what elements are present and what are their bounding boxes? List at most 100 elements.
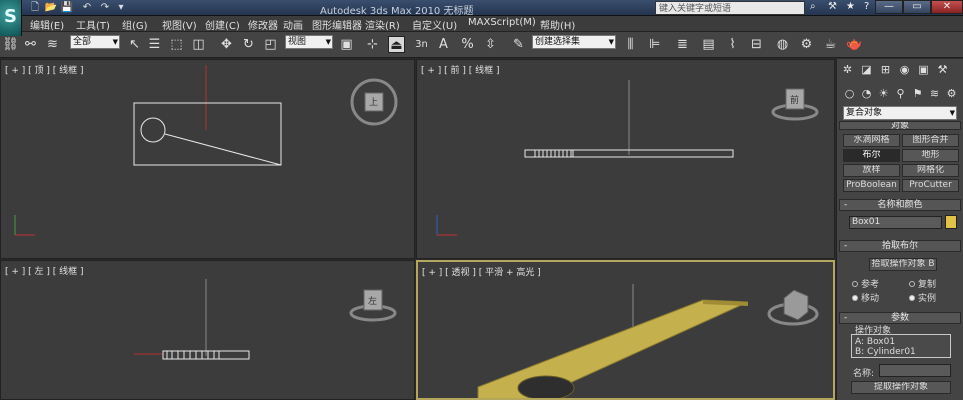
app-logo-icon[interactable]: S (0, 0, 22, 36)
top-box01-wire[interactable] (133, 102, 282, 166)
viewport-front[interactable]: [ + ] [ 前 ] [ 线框 ] 前 (416, 59, 835, 259)
menu-graph-editors[interactable]: 图形编辑器 (312, 17, 362, 32)
object-name-field[interactable]: Box01 (849, 216, 942, 229)
display-tab-icon[interactable]: ▣ (916, 62, 931, 77)
open-file-icon[interactable]: 📂 (44, 1, 58, 14)
space-warps-icon[interactable]: ≋ (927, 86, 942, 101)
redo-icon[interactable]: ↷ (98, 1, 112, 14)
viewport-top-label[interactable]: [ + ] [ 顶 ] [ 线框 ] (5, 63, 84, 76)
menu-modifiers[interactable]: 修改器 (248, 17, 278, 32)
systems-icon[interactable]: ⚙ (944, 86, 959, 101)
undo-icon[interactable]: ↶ (80, 1, 94, 14)
helpers-icon[interactable]: ⚑ (910, 86, 925, 101)
unlink-icon[interactable]: ⚯ (22, 36, 39, 53)
menu-customize[interactable]: 自定义(U) (412, 17, 457, 32)
angle-snap-icon[interactable]: A (435, 36, 452, 53)
object-color-swatch[interactable] (945, 215, 957, 229)
menu-group[interactable]: 组(G) (122, 17, 148, 32)
help-icon[interactable]: ? (864, 1, 869, 12)
minimize-button[interactable]: — (875, 0, 903, 14)
operand-a[interactable]: A: Box01 (855, 337, 895, 347)
hierarchy-tab-icon[interactable]: ⊞ (878, 62, 893, 77)
operand-b[interactable]: B: Cylinder01 (855, 347, 916, 357)
search-icon[interactable]: ⌕ (810, 1, 816, 12)
extract-operand-button[interactable]: 提取操作对象 (851, 381, 951, 394)
rendered-frame-window-icon[interactable]: ☕ (822, 36, 839, 53)
maximize-button[interactable]: ▭ (903, 0, 931, 14)
persp-viewcube[interactable] (783, 289, 809, 321)
menu-tools[interactable]: 工具(T) (76, 17, 110, 32)
move-icon[interactable]: ✥ (218, 36, 235, 53)
shapemerge-button[interactable]: 图形合并 (902, 134, 959, 147)
mirror-icon[interactable]: ⫼ (622, 36, 639, 53)
viewport-front-label[interactable]: [ + ] [ 前 ] [ 线框 ] (421, 63, 500, 76)
motion-tab-icon[interactable]: ◉ (897, 62, 912, 77)
layer-manager-icon[interactable]: ≣ (674, 36, 691, 53)
boolean-button[interactable]: 布尔 (843, 149, 900, 162)
blobmesh-button[interactable]: 水滴网格 (843, 134, 900, 147)
menu-edit[interactable]: 编辑(E) (30, 17, 64, 32)
graphite-tools-icon[interactable]: ▤ (700, 36, 717, 53)
radio-copy[interactable]: 复制 (909, 277, 936, 290)
front-cylinder01-wire[interactable] (534, 149, 574, 158)
tools-icon[interactable]: ⚒ (828, 1, 837, 12)
viewport-left[interactable]: [ + ] [ 左 ] [ 线框 ] 左 (0, 260, 415, 400)
radio-instance-dot[interactable] (909, 295, 915, 301)
rectangular-selection-icon[interactable]: ⬚ (168, 36, 185, 53)
quick-access-dropdown-icon[interactable]: ▾ (114, 1, 128, 14)
geometry-icon[interactable]: ○ (842, 86, 857, 101)
reference-coordinate-dropdown[interactable]: 视图 (285, 35, 333, 49)
radio-copy-dot[interactable] (909, 281, 915, 287)
search-input[interactable]: 键入关键字或短语 (655, 1, 805, 15)
proboolean-button[interactable]: ProBoolean (843, 179, 900, 192)
top-cylinder01-wire[interactable] (140, 117, 166, 143)
radio-reference[interactable]: 参考 (852, 277, 879, 290)
named-selection-set-dropdown[interactable]: 创建选择集 (532, 35, 616, 49)
operands-list[interactable]: A: Box01 B: Cylinder01 (851, 334, 951, 358)
close-button[interactable]: ✕ (931, 0, 963, 14)
viewport-left-label[interactable]: [ + ] [ 左 ] [ 线框 ] (5, 264, 84, 277)
rotate-icon[interactable]: ↻ (240, 36, 257, 53)
create-tab-icon[interactable]: ✲ (840, 62, 855, 77)
viewport-top[interactable]: [ + ] [ 顶 ] [ 线框 ] 上 (0, 59, 415, 259)
radio-move-dot[interactable] (852, 295, 858, 301)
pick-boolean-rollout-header[interactable]: - 拾取布尔 (839, 240, 961, 252)
mesher-button[interactable]: 网格化 (902, 164, 959, 177)
selection-filter-dropdown[interactable]: 全部 (70, 35, 120, 49)
lights-icon[interactable]: ☀ (876, 86, 891, 101)
select-by-name-icon[interactable]: ☰ (146, 36, 163, 53)
scale-icon[interactable]: ◰ (262, 36, 279, 53)
render-setup-icon[interactable]: ⚙ (798, 36, 815, 53)
pivot-center-icon[interactable]: ▣ (338, 36, 355, 53)
select-manipulate-icon[interactable]: ⊹ (364, 36, 381, 53)
new-file-icon[interactable]: 🗋 (28, 1, 42, 14)
radio-reference-dot[interactable] (852, 281, 858, 287)
shapes-icon[interactable]: ◔ (859, 86, 874, 101)
object-category-dropdown[interactable]: 复合对象 (843, 106, 957, 120)
loft-button[interactable]: 放样 (843, 164, 900, 177)
menu-view[interactable]: 视图(V) (162, 17, 197, 32)
viewport-perspective[interactable]: [ + ] [ 透视 ] [ 平滑 + 高光 ] (416, 260, 835, 400)
edit-named-selection-icon[interactable]: ✎ (510, 36, 527, 53)
terrain-button[interactable]: 地形 (902, 149, 959, 162)
persp-cylinder-hole[interactable] (517, 375, 575, 400)
menu-animation[interactable]: 动画 (283, 17, 303, 32)
curve-editor-icon[interactable]: ⌇ (724, 36, 741, 53)
quick-render-icon[interactable]: 🫖 (846, 36, 863, 53)
pick-operand-b-button[interactable]: 拾取操作对象 B (869, 258, 937, 271)
menu-maxscript[interactable]: MAXScript(M) (468, 17, 536, 28)
window-crossing-icon[interactable]: ◫ (190, 36, 207, 53)
utilities-tab-icon[interactable]: ⚒ (935, 62, 950, 77)
menu-create[interactable]: 创建(C) (205, 17, 240, 32)
select-object-icon[interactable]: ↖ (126, 36, 143, 53)
bind-space-warp-icon[interactable]: ≋ (44, 36, 61, 53)
link-icon[interactable]: ⛓ (2, 36, 19, 53)
name-color-rollout-header[interactable]: - 名称和颜色 (839, 199, 961, 211)
snaps-toggle-icon[interactable]: 3n (413, 36, 430, 53)
radio-instance[interactable]: 实例 (909, 291, 936, 304)
schematic-view-icon[interactable]: ⊟ (748, 36, 765, 53)
favorites-icon[interactable]: ★ (846, 1, 855, 12)
modify-tab-icon[interactable]: ◪ (859, 62, 874, 77)
percent-snap-icon[interactable]: % (459, 36, 476, 53)
keyboard-shortcut-override-icon[interactable]: ⏏ (388, 36, 405, 53)
